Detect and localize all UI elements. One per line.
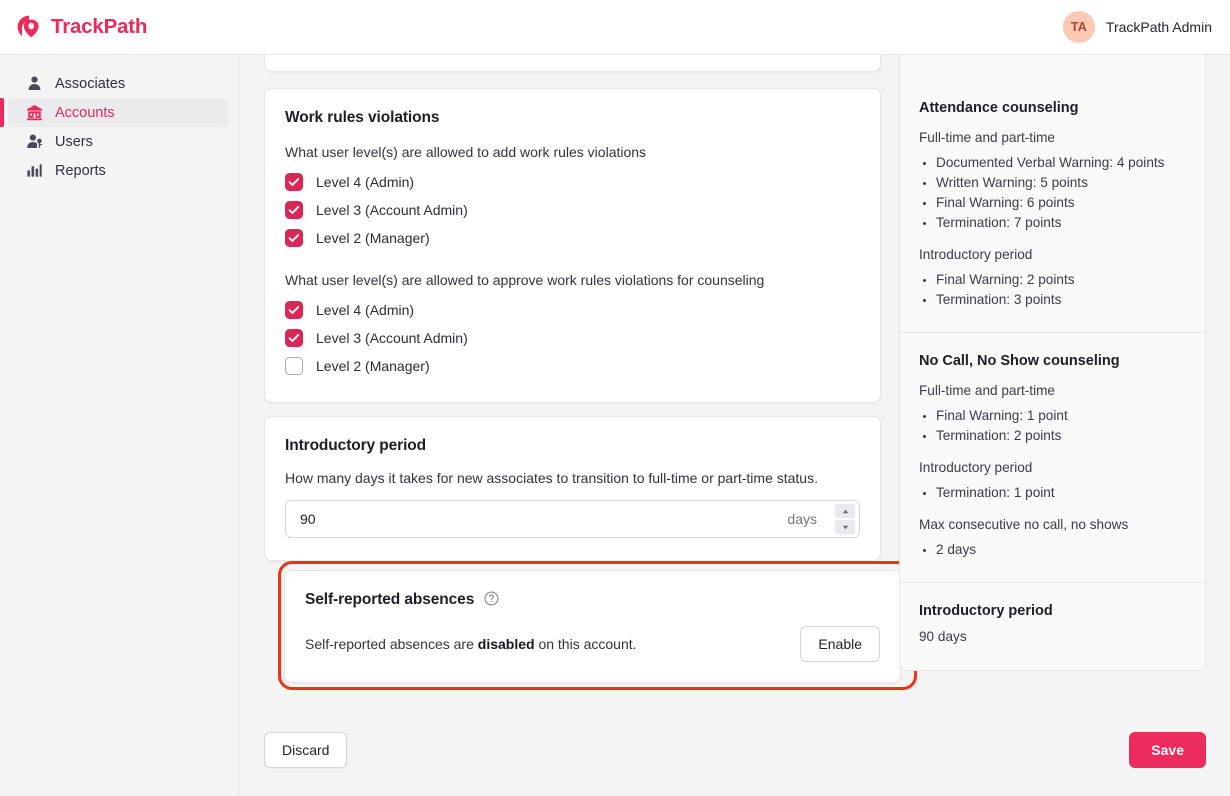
top-bar: TrackPath TA TrackPath Admin	[0, 0, 1230, 55]
info-section-title: Attendance counseling	[919, 100, 1186, 116]
info-group-subtitle: Introductory period	[919, 247, 1186, 262]
work-rules-violations-card: Work rules violations What user level(s)…	[264, 88, 881, 403]
checkbox-checked-icon[interactable]	[285, 329, 303, 347]
number-stepper[interactable]	[835, 504, 855, 534]
self-reported-status-row: Self-reported absences are disabled on t…	[305, 626, 880, 662]
info-group-list: Final Warning: 2 points Termination: 3 p…	[919, 270, 1186, 310]
sidebar-item-accounts[interactable]: Accounts	[8, 98, 228, 127]
card-title: Work rules violations	[285, 109, 860, 127]
info-group-list: 2 days	[919, 540, 1186, 560]
info-group-subtitle: Full-time and part-time	[919, 130, 1186, 145]
self-reported-title-text: Self-reported absences	[305, 591, 474, 608]
list-item: Termination: 2 points	[936, 426, 1186, 446]
self-reported-status-text: Self-reported absences are disabled on t…	[305, 636, 637, 652]
checkbox-row[interactable]: Level 2 (Manager)	[285, 224, 860, 252]
user-name: TrackPath Admin	[1106, 19, 1212, 35]
card-title: Self-reported absences	[305, 591, 880, 609]
checkbox-checked-icon[interactable]	[285, 301, 303, 319]
user-icon	[26, 75, 43, 92]
info-section-title: No Call, No Show counseling	[919, 353, 1186, 369]
status-prefix: Self-reported absences are	[305, 636, 478, 652]
user-key-icon	[26, 133, 43, 150]
list-item: 2 days	[936, 540, 1186, 560]
chevron-up-icon	[842, 509, 849, 514]
checkbox-label: Level 2 (Manager)	[316, 358, 430, 374]
list-item: Written Warning: 5 points	[936, 173, 1186, 193]
list-item: Final Warning: 6 points	[936, 193, 1186, 213]
sidebar-item-users[interactable]: Users	[8, 127, 228, 156]
save-button[interactable]: Save	[1129, 732, 1206, 768]
checkbox-label: Level 4 (Admin)	[316, 302, 414, 318]
checkbox-label: Level 4 (Admin)	[316, 174, 414, 190]
info-group-list: Documented Verbal Warning: 4 points Writ…	[919, 153, 1186, 233]
stepper-up-button[interactable]	[835, 504, 855, 518]
approve-violations-label: What user level(s) are allowed to approv…	[285, 272, 860, 288]
counseling-info-panel: Attendance counseling Full-time and part…	[899, 15, 1206, 671]
sidebar-item-label: Associates	[55, 76, 125, 92]
checkbox-row[interactable]: Level 4 (Admin)	[285, 296, 860, 324]
sidebar: Associates Accounts Users Report	[0, 55, 239, 796]
info-group-subtitle: Max consecutive no call, no shows	[919, 517, 1186, 532]
form-actions: Discard Save	[264, 732, 1206, 768]
list-item: Final Warning: 1 point	[936, 406, 1186, 426]
card-title: Introductory period	[285, 437, 860, 455]
stepper-down-button[interactable]	[835, 520, 855, 534]
question-circle-icon[interactable]	[484, 591, 499, 606]
info-group-list: Final Warning: 1 point Termination: 2 po…	[919, 406, 1186, 446]
introductory-period-value[interactable]: 90	[286, 511, 787, 527]
list-item: Documented Verbal Warning: 4 points	[936, 153, 1186, 173]
info-group-subtitle: Full-time and part-time	[919, 383, 1186, 398]
discard-button[interactable]: Discard	[264, 732, 347, 768]
info-section-title: Introductory period	[919, 603, 1186, 619]
info-section-attendance: Attendance counseling Full-time and part…	[900, 16, 1205, 332]
bank-icon	[26, 104, 43, 121]
avatar: TA	[1063, 11, 1095, 43]
checkbox-row[interactable]: Level 3 (Account Admin)	[285, 196, 860, 224]
introductory-period-description: How many days it takes for new associate…	[285, 470, 860, 486]
sidebar-item-label: Users	[55, 134, 93, 150]
brand-name: TrackPath	[51, 15, 147, 39]
checkbox-checked-icon[interactable]	[285, 201, 303, 219]
list-item: Termination: 1 point	[936, 483, 1186, 503]
info-group-list: Termination: 1 point	[919, 483, 1186, 503]
bar-chart-icon	[26, 162, 43, 179]
list-item: Termination: 3 points	[936, 290, 1186, 310]
introductory-period-card: Introductory period How many days it tak…	[264, 416, 881, 561]
checkbox-checked-icon[interactable]	[285, 229, 303, 247]
sidebar-item-label: Reports	[55, 163, 106, 179]
info-section-introductory-period: Introductory period 90 days	[900, 582, 1205, 670]
sidebar-item-reports[interactable]: Reports	[8, 156, 228, 185]
checkbox-row[interactable]: Level 4 (Admin)	[285, 168, 860, 196]
list-item: Termination: 7 points	[936, 213, 1186, 233]
self-reported-absences-card: Self-reported absences Self-reported abs…	[284, 570, 901, 683]
checkbox-label: Level 2 (Manager)	[316, 230, 430, 246]
checkbox-row[interactable]: Level 2 (Manager)	[285, 352, 860, 380]
info-group-subtitle: Introductory period	[919, 460, 1186, 475]
list-item: Final Warning: 2 points	[936, 270, 1186, 290]
status-value: disabled	[478, 636, 535, 652]
introductory-period-input-wrap[interactable]: 90 days	[285, 500, 860, 538]
enable-button[interactable]: Enable	[800, 626, 880, 662]
main-content: Work rules violations What user level(s)…	[239, 55, 1230, 796]
checkbox-label: Level 3 (Account Admin)	[316, 202, 468, 218]
checkbox-row[interactable]: Level 3 (Account Admin)	[285, 324, 860, 352]
trackpath-logo-icon	[16, 14, 42, 40]
sidebar-item-label: Accounts	[55, 105, 115, 121]
info-section-value: 90 days	[919, 629, 1186, 644]
brand-logo[interactable]: TrackPath	[16, 14, 147, 40]
status-suffix: on this account.	[535, 636, 637, 652]
user-menu[interactable]: TA TrackPath Admin	[1063, 11, 1212, 43]
sidebar-item-associates[interactable]: Associates	[8, 69, 228, 98]
chevron-down-icon	[842, 525, 849, 530]
checkbox-label: Level 3 (Account Admin)	[316, 330, 468, 346]
checkbox-unchecked-icon[interactable]	[285, 357, 303, 375]
checkbox-checked-icon[interactable]	[285, 173, 303, 191]
add-violations-label: What user level(s) are allowed to add wo…	[285, 144, 860, 160]
info-section-no-call-no-show: No Call, No Show counseling Full-time an…	[900, 332, 1205, 582]
